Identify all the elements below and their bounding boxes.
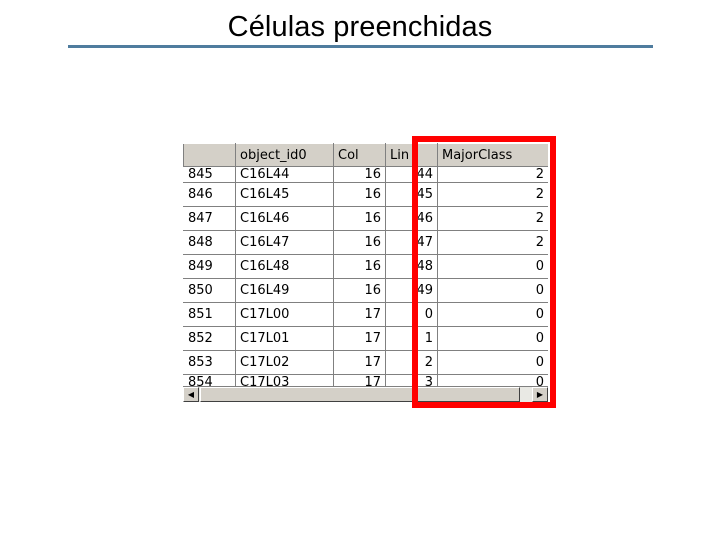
row-selector[interactable]: 848 bbox=[183, 230, 236, 255]
cell-lin[interactable]: 2 bbox=[385, 350, 438, 375]
page-title: Células preenchidas bbox=[227, 11, 493, 43]
column-header-col[interactable]: Col bbox=[333, 143, 386, 167]
column-header-selector[interactable] bbox=[183, 143, 236, 167]
row-selector[interactable]: 845 bbox=[183, 166, 236, 183]
cell-object-id0[interactable]: C16L44 bbox=[235, 166, 334, 183]
cell-col[interactable]: 16 bbox=[333, 230, 386, 255]
scrollbar-track[interactable] bbox=[199, 387, 532, 402]
cell-majorclass[interactable]: 2 bbox=[437, 206, 548, 231]
data-table: object_id0 Col Lin MajorClass 845 C16L44… bbox=[183, 143, 548, 391]
table-row[interactable]: 850 C16L49 16 49 0 bbox=[183, 278, 548, 303]
title-divider bbox=[68, 45, 653, 48]
cell-col[interactable]: 16 bbox=[333, 206, 386, 231]
cell-col[interactable]: 17 bbox=[333, 350, 386, 375]
cell-object-id0[interactable]: C17L00 bbox=[235, 302, 334, 327]
cell-lin[interactable]: 45 bbox=[385, 182, 438, 207]
datasheet-grid[interactable]: object_id0 Col Lin MajorClass 845 C16L44… bbox=[183, 143, 548, 401]
cell-lin[interactable]: 47 bbox=[385, 230, 438, 255]
scroll-left-arrow-icon[interactable]: ◀ bbox=[183, 387, 199, 402]
horizontal-scrollbar[interactable]: ◀ ▶ bbox=[183, 386, 548, 402]
row-selector[interactable]: 849 bbox=[183, 254, 236, 279]
cell-lin[interactable]: 49 bbox=[385, 278, 438, 303]
table-row[interactable]: 852 C17L01 17 1 0 bbox=[183, 326, 548, 351]
cell-col[interactable]: 16 bbox=[333, 182, 386, 207]
table-row[interactable]: 851 C17L00 17 0 0 bbox=[183, 302, 548, 327]
cell-majorclass[interactable]: 2 bbox=[437, 182, 548, 207]
cell-col[interactable]: 16 bbox=[333, 278, 386, 303]
row-selector[interactable]: 850 bbox=[183, 278, 236, 303]
cell-col[interactable]: 17 bbox=[333, 302, 386, 327]
cell-majorclass[interactable]: 2 bbox=[437, 166, 548, 183]
table-row[interactable]: 847 C16L46 16 46 2 bbox=[183, 206, 548, 231]
cell-majorclass[interactable]: 0 bbox=[437, 278, 548, 303]
column-header-object-id0[interactable]: object_id0 bbox=[235, 143, 334, 167]
scrollbar-thumb[interactable] bbox=[200, 387, 520, 402]
cell-majorclass[interactable]: 0 bbox=[437, 302, 548, 327]
row-selector[interactable]: 851 bbox=[183, 302, 236, 327]
cell-object-id0[interactable]: C16L46 bbox=[235, 206, 334, 231]
cell-col[interactable]: 16 bbox=[333, 254, 386, 279]
row-selector[interactable]: 846 bbox=[183, 182, 236, 207]
row-selector[interactable]: 847 bbox=[183, 206, 236, 231]
cell-col[interactable]: 16 bbox=[333, 166, 386, 183]
cell-majorclass[interactable]: 0 bbox=[437, 350, 548, 375]
scroll-right-arrow-icon[interactable]: ▶ bbox=[532, 387, 548, 402]
table-row[interactable]: 849 C16L48 16 48 0 bbox=[183, 254, 548, 279]
row-selector[interactable]: 852 bbox=[183, 326, 236, 351]
table-row[interactable]: 848 C16L47 16 47 2 bbox=[183, 230, 548, 255]
cell-lin[interactable]: 1 bbox=[385, 326, 438, 351]
cell-object-id0[interactable]: C16L49 bbox=[235, 278, 334, 303]
column-header-majorclass[interactable]: MajorClass bbox=[437, 143, 548, 167]
cell-majorclass[interactable]: 0 bbox=[437, 326, 548, 351]
table-row-clipped-top[interactable]: 845 C16L44 16 44 2 bbox=[183, 166, 548, 183]
table-row[interactable]: 846 C16L45 16 45 2 bbox=[183, 182, 548, 207]
cell-lin[interactable]: 48 bbox=[385, 254, 438, 279]
cell-object-id0[interactable]: C17L02 bbox=[235, 350, 334, 375]
cell-object-id0[interactable]: C16L45 bbox=[235, 182, 334, 207]
cell-lin[interactable]: 0 bbox=[385, 302, 438, 327]
cell-majorclass[interactable]: 2 bbox=[437, 230, 548, 255]
table-header-row: object_id0 Col Lin MajorClass bbox=[183, 143, 548, 167]
cell-object-id0[interactable]: C16L48 bbox=[235, 254, 334, 279]
table-row[interactable]: 853 C17L02 17 2 0 bbox=[183, 350, 548, 375]
cell-object-id0[interactable]: C17L01 bbox=[235, 326, 334, 351]
cell-majorclass[interactable]: 0 bbox=[437, 254, 548, 279]
row-selector[interactable]: 853 bbox=[183, 350, 236, 375]
cell-object-id0[interactable]: C16L47 bbox=[235, 230, 334, 255]
cell-lin[interactable]: 46 bbox=[385, 206, 438, 231]
cell-col[interactable]: 17 bbox=[333, 326, 386, 351]
cell-lin[interactable]: 44 bbox=[385, 166, 438, 183]
column-header-lin[interactable]: Lin bbox=[385, 143, 438, 167]
